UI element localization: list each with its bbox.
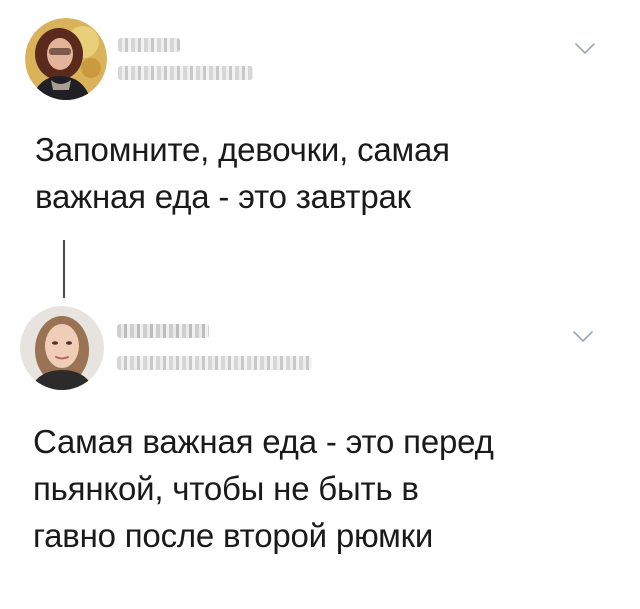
- author-handle-redacted: [117, 356, 312, 370]
- chevron-down-icon[interactable]: [574, 42, 596, 56]
- thread-connector-line: [63, 240, 65, 298]
- avatar-woman-curly-hair-icon: [25, 18, 107, 100]
- tweet-text: Запомните, девочки, самая важная еда - э…: [35, 131, 450, 215]
- author-handle-redacted: [118, 66, 253, 80]
- tweet-text: Самая важная еда - это перед пьянкой, чт…: [33, 423, 494, 554]
- chevron-down-icon[interactable]: [572, 330, 594, 344]
- avatar-woman-long-hair-icon: [20, 306, 104, 390]
- author-avatar[interactable]: [20, 306, 104, 390]
- author-name-redacted: [117, 324, 209, 338]
- tweet-original[interactable]: Запомните, девочки, самая важная еда - э…: [0, 0, 640, 300]
- author-avatar[interactable]: [25, 18, 107, 100]
- author-name-redacted: [118, 38, 180, 52]
- tweet-reply[interactable]: Самая важная еда - это перед пьянкой, чт…: [0, 300, 640, 609]
